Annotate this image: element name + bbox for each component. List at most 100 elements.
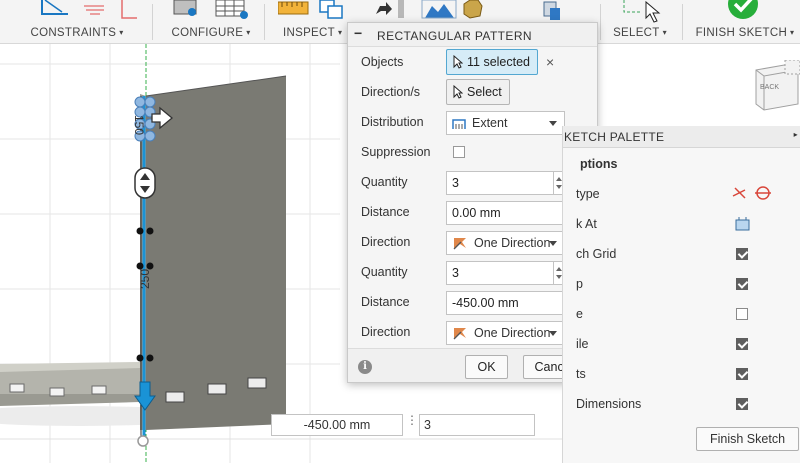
quantity1-input[interactable]: 3 bbox=[446, 171, 554, 195]
clear-selection-icon[interactable]: × bbox=[546, 54, 554, 70]
configure-icons bbox=[173, 0, 248, 19]
distance-overlay-input[interactable]: -450.00 mm bbox=[271, 414, 403, 436]
distribution-dropdown[interactable]: Extent bbox=[446, 111, 565, 135]
dialog-header[interactable]: − RECTANGULAR PATTERN bbox=[348, 23, 597, 47]
chevron-down-icon: ▾ bbox=[246, 28, 251, 37]
palette-row-dimensions: Dimensions bbox=[563, 390, 800, 420]
distance2-label: Distance bbox=[361, 295, 410, 309]
more-options-icon[interactable]: ⋮ bbox=[406, 414, 418, 426]
slice-checkbox[interactable] bbox=[736, 308, 748, 320]
distance1-row: Distance 0.00 mm bbox=[348, 197, 597, 227]
points-checkbox[interactable] bbox=[736, 368, 748, 380]
inspect-icons bbox=[278, 0, 343, 19]
dimension-label-top[interactable]: 150 bbox=[132, 115, 146, 135]
collapse-icon[interactable]: − bbox=[354, 26, 366, 41]
chevron-down-icon bbox=[549, 241, 557, 246]
distribution-label: Distribution bbox=[361, 115, 424, 129]
suppression-label: Suppression bbox=[361, 145, 431, 159]
quantity2-label: Quantity bbox=[361, 265, 408, 279]
insert-icons[interactable] bbox=[370, 0, 520, 24]
objects-count: 11 selected bbox=[467, 55, 531, 69]
quantity2-input[interactable]: 3 bbox=[446, 261, 554, 285]
cursor-icon bbox=[453, 85, 463, 99]
suppression-checkbox[interactable] bbox=[453, 146, 465, 158]
objects-label: Objects bbox=[361, 55, 404, 69]
direction2-row: Direction One Direction bbox=[348, 317, 597, 347]
objects-select-button[interactable]: 11 selected bbox=[446, 49, 539, 75]
constraints-label: CONSTRAINTS bbox=[30, 27, 117, 39]
palette-title: KETCH PALETTE bbox=[564, 130, 665, 144]
chevron-down-icon bbox=[549, 121, 557, 126]
palette-row-linetype: type bbox=[563, 180, 800, 210]
finish-sketch-label: FINISH SKETCH bbox=[695, 27, 788, 39]
directions-label: Direction/s bbox=[361, 85, 421, 99]
rectangular-pattern-dialog: − RECTANGULAR PATTERN Objects 11 selecte… bbox=[347, 22, 598, 383]
direction2-label: Direction bbox=[361, 325, 411, 339]
profile-checkbox[interactable] bbox=[736, 338, 748, 350]
dimension-label-mid[interactable]: 250 bbox=[138, 269, 152, 289]
distance1-input[interactable]: 0.00 mm bbox=[446, 201, 565, 225]
constraint-icons bbox=[34, 0, 137, 20]
direction2-value: One Direction bbox=[474, 326, 551, 340]
palette-row-label: ch Grid bbox=[576, 247, 617, 261]
info-icon[interactable]: i bbox=[358, 360, 372, 374]
palette-row-label: type bbox=[576, 187, 600, 201]
select-group[interactable]: SELECT ▾ bbox=[604, 0, 676, 44]
select-label: SELECT bbox=[613, 27, 660, 39]
configure-label: CONFIGURE bbox=[171, 27, 244, 39]
configure-group[interactable]: CONFIGURE ▾ bbox=[164, 0, 258, 44]
palette-row-snap: p bbox=[563, 270, 800, 300]
direction2-dropdown[interactable]: One Direction bbox=[446, 321, 565, 345]
one-direction-icon bbox=[453, 328, 466, 340]
directions-row: Direction/s Select bbox=[348, 77, 597, 107]
palette-row-label: ile bbox=[576, 337, 589, 351]
divider bbox=[600, 4, 601, 40]
palette-row-profile: ile bbox=[563, 330, 800, 360]
divider bbox=[152, 4, 153, 40]
palette-row-sketch-grid: ch Grid bbox=[563, 240, 800, 270]
distribution-value: Extent bbox=[472, 116, 508, 130]
extent-icon bbox=[452, 119, 466, 129]
options-section-title[interactable]: ptions bbox=[580, 157, 618, 171]
distance2-row: Distance -450.00 mm bbox=[348, 287, 597, 317]
divider bbox=[264, 4, 265, 40]
quantity1-label: Quantity bbox=[361, 175, 408, 189]
direction1-dropdown[interactable]: One Direction bbox=[446, 231, 565, 255]
distance1-label: Distance bbox=[361, 205, 410, 219]
look-at-icon[interactable] bbox=[735, 216, 751, 232]
palette-row-label: e bbox=[576, 307, 583, 321]
linetype-icons[interactable] bbox=[731, 184, 791, 204]
finish-sketch-button[interactable]: Finish Sketch bbox=[696, 427, 799, 451]
palette-header[interactable]: KETCH PALETTE ▸ bbox=[563, 126, 800, 148]
sketch-palette: KETCH PALETTE ▸ ptions type k At ch Grid… bbox=[562, 126, 800, 463]
palette-collapse-icon[interactable]: ▸ bbox=[794, 130, 798, 139]
dimensions-checkbox[interactable] bbox=[736, 398, 748, 410]
objects-row: Objects 11 selected × bbox=[348, 47, 597, 77]
palette-row-label: p bbox=[576, 277, 583, 291]
quantity-overlay-input[interactable]: 3 bbox=[419, 414, 535, 436]
palette-row-points: ts bbox=[563, 360, 800, 390]
palette-row-label: Dimensions bbox=[576, 397, 642, 411]
direction1-value: One Direction bbox=[474, 236, 551, 250]
chevron-down-icon: ▾ bbox=[337, 28, 343, 37]
one-direction-icon bbox=[453, 238, 466, 250]
chevron-down-icon bbox=[549, 331, 557, 336]
view-cube-back-label: BACK bbox=[760, 84, 780, 91]
ok-button[interactable]: OK bbox=[465, 355, 508, 379]
quantity2-row: Quantity 3 bbox=[348, 257, 597, 287]
distance2-input[interactable]: -450.00 mm bbox=[446, 291, 565, 315]
divider bbox=[682, 4, 683, 40]
palette-row-label: k At bbox=[576, 217, 597, 231]
inspect-label: INSPECT bbox=[283, 27, 335, 39]
select-arrow-icon bbox=[623, 0, 661, 23]
finish-sketch-group[interactable]: FINISH SKETCH ▾ bbox=[690, 0, 800, 44]
palette-row-label: ts bbox=[576, 367, 586, 381]
palette-row-look-at: k At bbox=[563, 210, 800, 240]
create-icon[interactable] bbox=[536, 0, 566, 24]
dialog-footer: i OK Cancel bbox=[348, 348, 597, 382]
direction1-label: Direction bbox=[361, 235, 411, 249]
snap-checkbox[interactable] bbox=[736, 278, 748, 290]
constraints-group[interactable]: CONSTRAINTS ▾ bbox=[12, 0, 142, 44]
directions-select-button[interactable]: Select bbox=[446, 79, 510, 105]
sketch-grid-checkbox[interactable] bbox=[736, 248, 748, 260]
